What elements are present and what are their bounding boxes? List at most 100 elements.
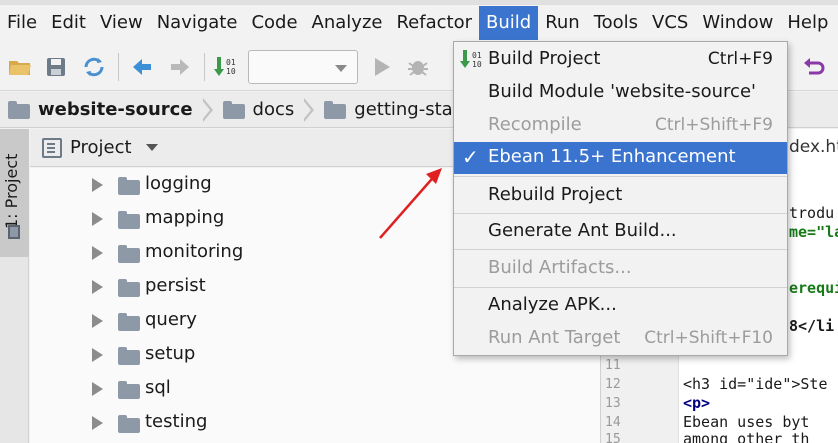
run-icon[interactable] <box>368 53 396 81</box>
build-icon[interactable]: 01 10 <box>212 53 240 81</box>
menu-analyze[interactable]: Analyze <box>305 6 390 40</box>
build-project-icon: 01 10 <box>459 49 485 76</box>
menu-item-label: Build Project <box>488 48 601 69</box>
expand-arrow-icon[interactable] <box>92 314 103 328</box>
menu-item-label: Rebuild Project <box>488 184 623 205</box>
code-line: 8</li <box>789 317 835 335</box>
menu-item-build-module[interactable]: Build Module 'website-source' <box>454 77 787 109</box>
menu-vcs[interactable]: VCS <box>645 6 695 40</box>
expand-arrow-icon[interactable] <box>92 348 103 362</box>
menu-tools[interactable]: Tools <box>587 6 645 40</box>
code-line: erequi <box>789 279 838 297</box>
line-number: 15 <box>605 432 621 443</box>
menu-view[interactable]: View <box>93 6 150 40</box>
svg-text:01: 01 <box>472 51 482 60</box>
menu-item-shortcut: Ctrl+Shift+F10 <box>644 328 773 348</box>
run-configuration-select[interactable] <box>248 50 358 84</box>
menu-item-shortcut: Ctrl+Shift+F9 <box>655 115 773 135</box>
menu-item-analyze-apk[interactable]: Analyze APK... <box>454 290 787 322</box>
line-number: 12 <box>605 377 621 392</box>
tree-item-testing[interactable]: testing <box>30 406 600 440</box>
sync-icon[interactable] <box>80 53 108 81</box>
project-tool-icon <box>8 225 20 239</box>
menu-item-build-project[interactable]: 01 10 Build Project Ctrl+F9 <box>454 44 787 76</box>
tree-item-label: logging <box>145 173 212 194</box>
folder-icon <box>118 211 140 229</box>
code-line: <h3 id="ide">Ste <box>683 375 828 393</box>
folder-icon <box>118 415 140 433</box>
breadcrumb-label: docs <box>252 99 295 120</box>
svg-text:10: 10 <box>226 67 236 76</box>
folder-icon <box>118 347 140 365</box>
menu-item-label: Generate Ant Build... <box>488 220 677 241</box>
expand-arrow-icon[interactable] <box>92 212 103 226</box>
menu-navigate[interactable]: Navigate <box>150 6 245 40</box>
project-tool-tab[interactable]: 1: Project <box>0 129 29 257</box>
folder-icon <box>222 101 245 119</box>
menu-item-label: Build Module 'website-source' <box>488 81 756 102</box>
open-folder-icon[interactable] <box>6 53 34 81</box>
menu-bar: File Edit View Navigate Code Analyze Ref… <box>0 5 838 41</box>
menu-edit[interactable]: Edit <box>44 6 93 40</box>
menu-item-ebean-enhancement[interactable]: ✓ Ebean 11.5+ Enhancement <box>454 142 787 174</box>
project-folder-icon <box>8 101 30 119</box>
undo-icon[interactable] <box>800 53 828 81</box>
menu-separator <box>454 287 787 288</box>
tree-item-label: query <box>145 309 197 330</box>
menu-run[interactable]: Run <box>538 6 587 40</box>
checkmark-icon: ✓ <box>462 145 479 169</box>
menu-item-rebuild-project[interactable]: Rebuild Project <box>454 180 787 212</box>
annotation-arrow-icon <box>379 168 442 239</box>
tree-item-label: sql <box>145 377 171 398</box>
menu-code[interactable]: Code <box>244 6 304 40</box>
forward-arrow-icon[interactable] <box>166 53 194 81</box>
menu-item-generate-ant-build[interactable]: Generate Ant Build... <box>454 216 787 248</box>
tool-window-strip: 1: Project <box>0 129 29 443</box>
menu-item-shortcut: Ctrl+F9 <box>707 49 773 69</box>
menu-item-recompile: Recompile Ctrl+Shift+F9 <box>454 110 787 142</box>
expand-arrow-icon[interactable] <box>92 416 103 430</box>
tree-item-label: monitoring <box>145 241 244 262</box>
menu-help[interactable]: Help <box>780 6 835 40</box>
build-menu-dropdown: 01 10 Build Project Ctrl+F9 Build Module … <box>453 41 788 356</box>
line-number: 11 <box>605 358 621 373</box>
tree-item-label: persist <box>145 275 206 296</box>
menu-item-build-artifacts: Build Artifacts... <box>454 253 787 285</box>
expand-arrow-icon[interactable] <box>92 246 103 260</box>
folder-icon <box>118 279 140 297</box>
menu-separator <box>454 176 787 177</box>
code-line: me="la <box>789 223 838 241</box>
expand-arrow-icon[interactable] <box>92 178 103 192</box>
project-tool-tab-label: 1: Project <box>2 153 21 229</box>
menu-item-label: Run Ant Target <box>488 327 621 348</box>
menu-window[interactable]: Window <box>695 6 780 40</box>
expand-arrow-icon[interactable] <box>92 280 103 294</box>
save-icon[interactable] <box>42 53 70 81</box>
code-line: Ebean uses byt <box>683 413 810 431</box>
menu-separator <box>454 249 787 250</box>
menu-separator <box>454 213 787 214</box>
menu-refactor[interactable]: Refactor <box>389 6 479 40</box>
code-line: among other th <box>683 430 810 443</box>
menu-build[interactable]: Build <box>479 6 539 40</box>
folder-icon <box>118 313 140 331</box>
editor-tab-label[interactable]: dex.ht <box>789 137 838 157</box>
svg-text:01: 01 <box>226 58 236 67</box>
code-line: <p> <box>683 394 711 412</box>
menu-file[interactable]: File <box>0 6 44 40</box>
tree-item-sql[interactable]: sql <box>30 372 600 406</box>
project-view-icon <box>42 137 62 158</box>
folder-icon <box>118 177 140 195</box>
project-panel-title: Project <box>70 137 132 158</box>
back-arrow-icon[interactable] <box>128 53 156 81</box>
debug-icon[interactable] <box>404 53 432 81</box>
expand-arrow-icon[interactable] <box>92 382 103 396</box>
breadcrumb-label: website-source <box>38 99 193 120</box>
menu-item-label: Build Artifacts... <box>488 257 632 278</box>
breadcrumb-item-docs[interactable]: docs <box>222 92 319 128</box>
line-number: 14 <box>605 415 621 430</box>
line-number: 13 <box>605 396 621 411</box>
code-line: trodu <box>789 204 835 222</box>
chevron-down-icon[interactable] <box>145 144 158 151</box>
breadcrumb-item-project[interactable]: website-source <box>8 92 217 128</box>
